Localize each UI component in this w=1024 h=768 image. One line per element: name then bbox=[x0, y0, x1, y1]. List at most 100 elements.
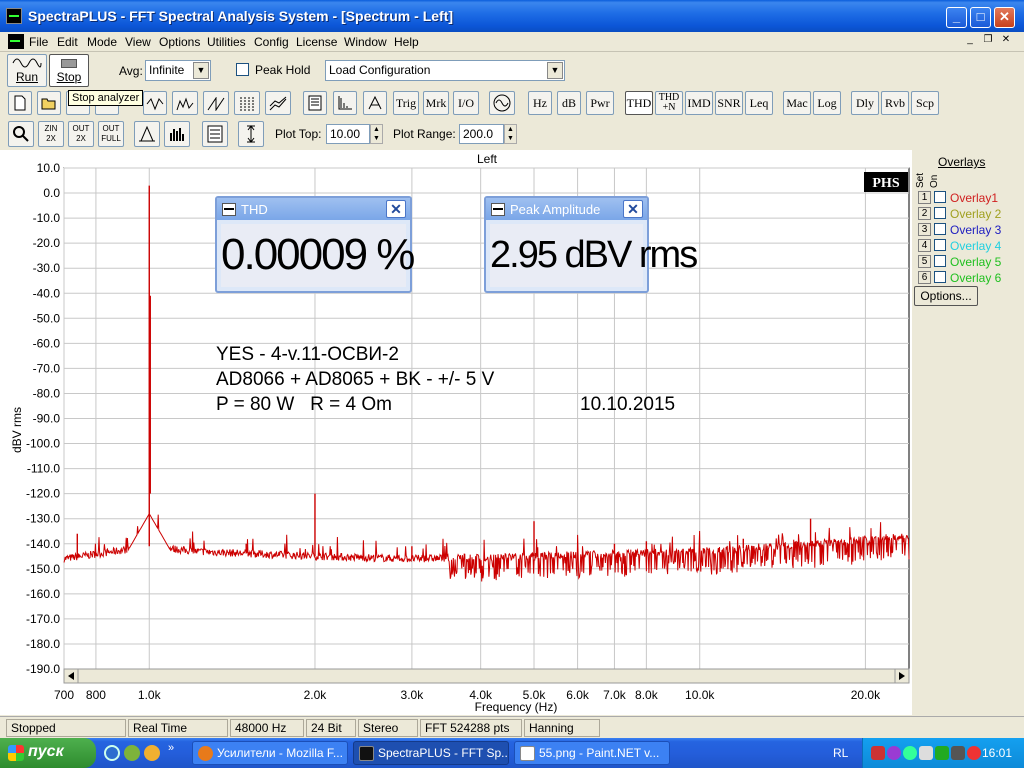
overlay-label-3: Overlay 3 bbox=[950, 223, 1002, 237]
plot-range-input[interactable]: 200.0 bbox=[459, 124, 504, 144]
tray-security-icon[interactable] bbox=[903, 746, 917, 760]
task-paintnet[interactable]: 55.png - Paint.NET v... bbox=[514, 741, 670, 765]
quick-launch-ie-icon[interactable] bbox=[104, 745, 120, 761]
spectrum-plot[interactable]: Left dBV rms Frequency (Hz) 10.0 0.0 -10.0… bbox=[0, 150, 912, 715]
menu-help[interactable]: Help bbox=[394, 35, 419, 49]
maximize-button[interactable]: □ bbox=[970, 7, 991, 28]
overlay-label-6: Overlay 6 bbox=[950, 271, 1002, 285]
thd-meter-window[interactable]: THD ✕ 0.00009 % bbox=[215, 196, 415, 293]
menu-config[interactable]: Config bbox=[254, 35, 289, 49]
rvb-button[interactable]: Rvb bbox=[881, 91, 909, 115]
menu-file[interactable]: File bbox=[29, 35, 48, 49]
tray-update-icon[interactable] bbox=[935, 746, 949, 760]
magnifier-icon[interactable] bbox=[8, 121, 34, 147]
zoom-out-full-button[interactable]: OUT FULL bbox=[98, 121, 124, 147]
document-icon[interactable] bbox=[8, 34, 24, 49]
quick-launch-desktop-icon[interactable] bbox=[124, 745, 140, 761]
log-button[interactable]: Log bbox=[813, 91, 841, 115]
overlay-set-1[interactable]: 1 bbox=[918, 191, 931, 204]
calculator-icon[interactable] bbox=[303, 91, 327, 115]
overlay-set-3[interactable]: 3 bbox=[918, 223, 931, 236]
menu-options[interactable]: Options bbox=[159, 35, 200, 49]
run-button[interactable]: Run bbox=[7, 54, 47, 87]
overlay-checkbox-6[interactable] bbox=[934, 271, 946, 283]
overlay-checkbox-4[interactable] bbox=[934, 239, 946, 251]
spectrum-icon[interactable] bbox=[172, 91, 198, 115]
tray-volume-icon[interactable] bbox=[919, 746, 933, 760]
leq-button[interactable]: Leq bbox=[745, 91, 773, 115]
io-button[interactable]: I/O bbox=[453, 91, 479, 115]
pwr-button[interactable]: Pwr bbox=[586, 91, 614, 115]
mac-button[interactable]: Mac bbox=[783, 91, 811, 115]
plot-top-input[interactable]: 10.00 bbox=[326, 124, 370, 144]
zoom-out-2x-button[interactable]: OUT 2X bbox=[68, 121, 94, 147]
language-indicator[interactable]: RL bbox=[833, 746, 848, 760]
table-icon[interactable] bbox=[202, 121, 228, 147]
trig-button[interactable]: Trig bbox=[393, 91, 419, 115]
tray-device-icon[interactable] bbox=[951, 746, 965, 760]
phase-icon[interactable] bbox=[363, 91, 387, 115]
mrk-button[interactable]: Mrk bbox=[423, 91, 449, 115]
snr-button[interactable]: SNR bbox=[715, 91, 743, 115]
menu-utilities[interactable]: Utilities bbox=[207, 35, 246, 49]
overlay-set-4[interactable]: 4 bbox=[918, 239, 931, 252]
overlay-set-6[interactable]: 6 bbox=[918, 271, 931, 284]
mdi-minimize-button[interactable]: _ bbox=[962, 34, 978, 48]
close-button[interactable]: ✕ bbox=[994, 7, 1015, 28]
quick-launch-expand-icon[interactable]: » bbox=[168, 742, 174, 754]
stop-button[interactable]: Stop bbox=[49, 54, 89, 87]
task-firefox[interactable]: Усилители - Mozilla F... bbox=[192, 741, 348, 765]
peak-amplitude-meter-window[interactable]: Peak Amplitude ✕ 2.95 dBV rms bbox=[484, 196, 698, 293]
overlay-checkbox-5[interactable] bbox=[934, 255, 946, 267]
waveform-icon[interactable] bbox=[143, 91, 167, 115]
overlay-checkbox-1[interactable] bbox=[934, 191, 946, 203]
minimize-button[interactable]: _ bbox=[946, 7, 967, 28]
overlay-checkbox-2[interactable] bbox=[934, 207, 946, 219]
sawtooth-icon[interactable] bbox=[203, 91, 229, 115]
decay-icon[interactable] bbox=[333, 91, 357, 115]
x-axis-label: Frequency (Hz) bbox=[475, 700, 558, 714]
new-file-icon[interactable] bbox=[8, 91, 32, 115]
3d-surface-icon[interactable] bbox=[265, 91, 291, 115]
peak-hold-checkbox[interactable] bbox=[236, 63, 249, 76]
plot-range-spinner[interactable]: ▲ ▼ bbox=[504, 124, 517, 144]
menu-view[interactable]: View bbox=[125, 35, 151, 49]
dly-button[interactable]: Dly bbox=[851, 91, 879, 115]
imd-button[interactable]: IMD bbox=[685, 91, 713, 115]
peak-marker-icon[interactable] bbox=[134, 121, 160, 147]
close-icon[interactable]: ✕ bbox=[623, 200, 643, 218]
db-button[interactable]: dB bbox=[557, 91, 581, 115]
mdi-restore-button[interactable]: ❐ bbox=[980, 34, 996, 48]
horizontal-scrollbar[interactable] bbox=[63, 668, 910, 684]
quick-launch-mail-icon[interactable] bbox=[144, 745, 160, 761]
start-button[interactable]: пуск bbox=[0, 738, 96, 768]
plot-top-spinner[interactable]: ▲ ▼ bbox=[370, 124, 383, 144]
spectrogram-icon[interactable] bbox=[234, 91, 260, 115]
avg-select[interactable]: Infinite ▼ bbox=[145, 60, 211, 81]
vertical-scale-icon[interactable] bbox=[238, 121, 264, 147]
menu-window[interactable]: Window bbox=[344, 35, 387, 49]
tray-app-icon[interactable] bbox=[887, 746, 901, 760]
config-select[interactable]: Load Configuration ▼ bbox=[325, 60, 565, 81]
task-spectraplus[interactable]: SpectraPLUS - FFT Sp... bbox=[353, 741, 509, 765]
overlay-set-5[interactable]: 5 bbox=[918, 255, 931, 268]
mdi-close-button[interactable]: ✕ bbox=[998, 34, 1014, 48]
overlay-checkbox-3[interactable] bbox=[934, 223, 946, 235]
octave-bars-icon[interactable] bbox=[164, 121, 190, 147]
options-button[interactable]: Options... bbox=[914, 286, 978, 306]
tray-network-icon[interactable] bbox=[871, 746, 885, 760]
close-icon[interactable]: ✕ bbox=[386, 200, 406, 218]
open-folder-icon[interactable] bbox=[37, 91, 61, 115]
hz-button[interactable]: Hz bbox=[528, 91, 552, 115]
zoom-in-2x-button[interactable]: ZIN 2X bbox=[38, 121, 64, 147]
menu-edit[interactable]: Edit bbox=[57, 35, 78, 49]
overlay-set-2[interactable]: 2 bbox=[918, 207, 931, 220]
thd-button[interactable]: THD bbox=[625, 91, 653, 115]
menu-mode[interactable]: Mode bbox=[87, 35, 117, 49]
thd-n-button[interactable]: THD +N bbox=[655, 91, 683, 115]
scp-button[interactable]: Scp bbox=[911, 91, 939, 115]
tray-media-icon[interactable] bbox=[967, 746, 981, 760]
generator-icon[interactable] bbox=[489, 91, 515, 115]
menu-license[interactable]: License bbox=[296, 35, 337, 49]
status-window: Hanning bbox=[524, 719, 600, 737]
